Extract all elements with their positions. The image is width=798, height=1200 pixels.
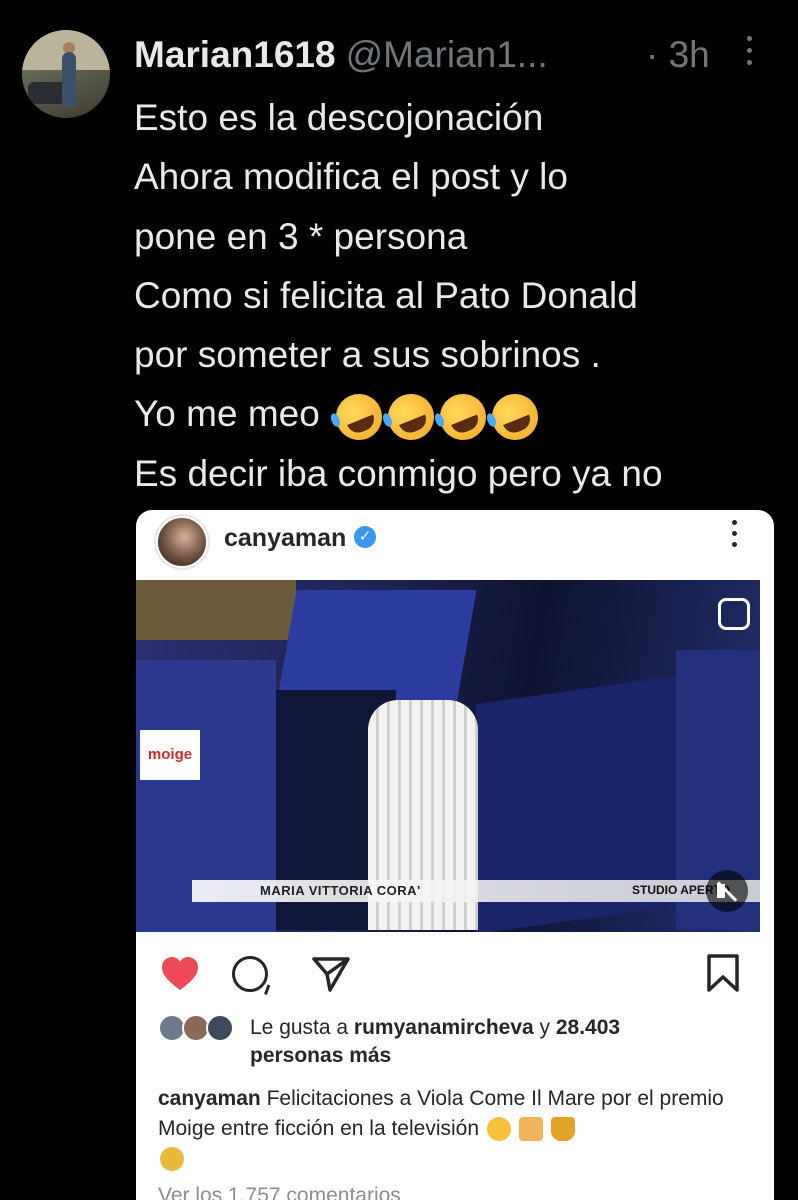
rofl-emoji-icon — [329, 386, 390, 447]
handshake-emoji-icon — [518, 1117, 543, 1142]
liker-avatar — [206, 1014, 234, 1043]
liker-avatars — [158, 1014, 236, 1043]
bookmark-icon — [707, 954, 739, 992]
lower-third-name: MARIA VITTORIA CORA' — [260, 883, 421, 898]
trophy-emoji-icon — [550, 1117, 575, 1142]
emoji-group — [329, 386, 546, 447]
instagram-username: canyaman — [224, 524, 347, 552]
caption-username: canyaman — [158, 1087, 261, 1110]
tweet-line: Es decir iba conmigo pero ya no — [134, 452, 663, 494]
moige-logo: moige — [140, 730, 200, 780]
tweet-header: Marian1618 @Marian1... · 3h — [134, 30, 774, 80]
instagram-actions — [136, 950, 774, 1000]
mute-icon — [706, 870, 748, 912]
rofl-emoji-icon — [433, 386, 494, 447]
avatar-person — [62, 52, 76, 108]
rofl-emoji-icon — [485, 386, 546, 447]
heart-icon — [162, 957, 198, 990]
instagram-post-header: canyaman ✓ — [136, 510, 774, 570]
user-avatar[interactable] — [22, 30, 110, 118]
liker-username: rumyanamircheva — [353, 1016, 534, 1039]
likes-summary: Le gusta a rumyanamircheva y 28.403 pers… — [158, 1014, 768, 1070]
view-comments-link: Ver los 1.757 comentarios — [158, 1184, 401, 1200]
instagram-avatar — [156, 516, 208, 568]
user-handle[interactable]: @Marian1... — [346, 34, 548, 76]
comment-icon — [232, 956, 268, 992]
verified-badge-icon: ✓ — [354, 526, 376, 548]
tweet-line: Como si felicita al Pato Donald — [134, 274, 638, 316]
reels-icon — [718, 598, 750, 630]
video-wall — [136, 580, 296, 640]
likes-mid: y — [533, 1016, 556, 1039]
tweet-line: por someter a sus sobrinos . — [134, 334, 601, 376]
instagram-more-icon — [732, 520, 740, 547]
instagram-caption: canyaman Felicitaciones a Viola Come Il … — [158, 1084, 768, 1174]
instagram-video: moige MARIA VITTORIA CORA' STUDIO APERTO — [136, 580, 760, 932]
likes-prefix: Le gusta a — [250, 1016, 354, 1039]
tweet-text: Esto es la descojonación Ahora modifica … — [134, 88, 784, 503]
tweet-line-with-emoji: Yo me meo — [134, 384, 784, 447]
tweet-line: Yo me meo — [134, 393, 320, 435]
medal-emoji-icon — [160, 1147, 184, 1172]
embedded-image[interactable]: canyaman ✓ moige MARIA VITTORIA CORA' ST… — [136, 510, 774, 1200]
likes-suffix: personas más — [250, 1044, 392, 1068]
tweet-line: Esto es la descojonación — [134, 97, 544, 138]
tweet-time[interactable]: · 3h — [646, 34, 710, 76]
rofl-emoji-icon — [381, 386, 442, 447]
display-name[interactable]: Marian1618 — [134, 34, 336, 76]
tweet-line: Ahora modifica el post y lo — [134, 156, 568, 198]
more-options-icon[interactable] — [744, 36, 754, 65]
tweet-line: pone en 3 * persona — [134, 215, 468, 257]
share-icon — [312, 957, 350, 992]
star-struck-emoji-icon — [486, 1117, 511, 1142]
likes-count: 28.403 — [555, 1016, 621, 1039]
